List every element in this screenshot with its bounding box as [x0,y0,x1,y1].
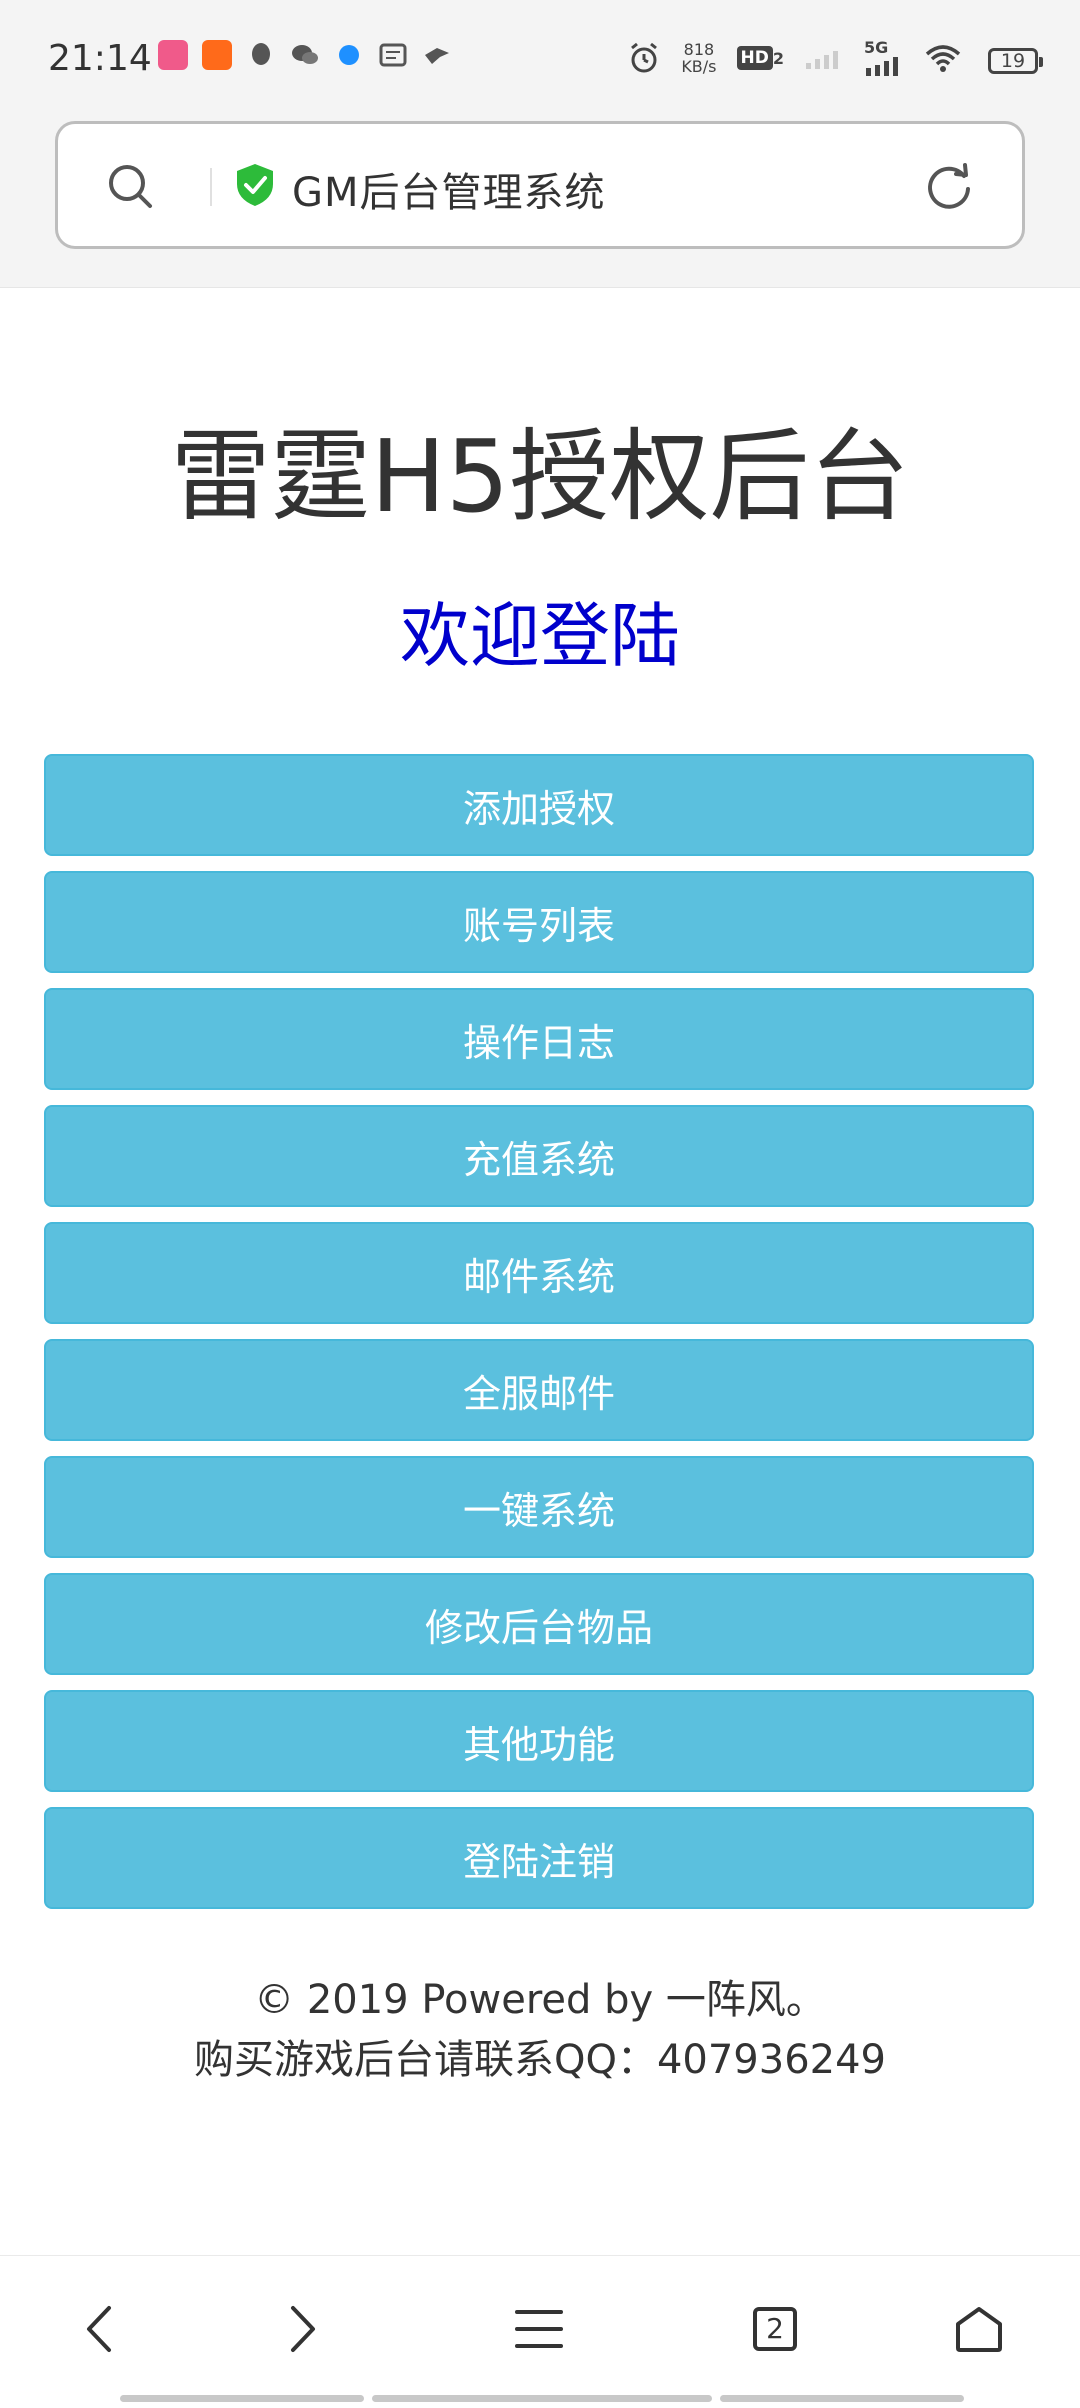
network-5g: 5G [864,40,904,76]
alarm-icon [631,42,658,73]
qq-icon [252,43,270,65]
signal-weak-icon [806,51,838,69]
browser-toolbar: GM后台管理系统 [0,115,1080,288]
address-divider [210,168,212,206]
modify-items-button[interactable]: 修改后台物品 [44,1573,1034,1675]
wifi-icon [925,45,961,72]
hamburger-menu-icon [515,2310,563,2348]
message-icon [379,43,407,67]
page-address-title[interactable]: GM后台管理系统 [292,160,606,218]
network-speed-value: 818 [683,40,715,59]
hd-label: HD [736,46,773,70]
video-app-icon [158,40,188,70]
footer-copyright: © 2019 Powered by 一阵风。 [254,1977,826,2023]
forward-button[interactable] [266,2294,336,2364]
menu-buttons: 添加授权 账号列表 操作日志 充值系统 邮件系统 全服邮件 一键系统 修改后台物… [44,754,1034,1924]
blue-app-icon [339,45,359,65]
home-button[interactable] [944,2294,1014,2364]
tabs-button[interactable]: 2 [740,2294,810,2364]
home-icon [956,2307,1002,2352]
recharge-system-button[interactable]: 充值系统 [44,1105,1034,1207]
account-list-button[interactable]: 账号列表 [44,871,1034,973]
footer: © 2019 Powered by 一阵风。 购买游戏后台请联系QQ：40793… [0,1970,1080,2090]
hd-sub: 2 [772,48,784,68]
network-speed-unit: KB/s [681,57,717,76]
back-button[interactable] [66,2294,136,2364]
operation-log-button[interactable]: 操作日志 [44,988,1034,1090]
refresh-icon[interactable] [924,162,974,212]
signal-strong-icon [866,57,898,76]
secure-shield-icon [237,164,273,206]
add-authorization-button[interactable]: 添加授权 [44,754,1034,856]
one-click-system-button[interactable]: 一键系统 [44,1456,1034,1558]
address-bar[interactable]: GM后台管理系统 [55,121,1025,249]
mail-system-button[interactable]: 邮件系统 [44,1222,1034,1324]
status-time: 21:14 [48,38,152,79]
wechat-icon [292,45,318,64]
browser-bottom-nav: 2 [0,2255,1080,2408]
bird-icon [425,48,449,64]
server-mail-button[interactable]: 全服邮件 [44,1339,1034,1441]
chevron-left-icon [87,2306,111,2352]
kuaishou-icon [202,40,232,70]
notification-icons [158,40,452,70]
tabs-count-icon: 2 [753,2307,797,2351]
logout-button[interactable]: 登陆注销 [44,1807,1034,1909]
status-indicators: 818 KB/s HD 2 5G [627,40,962,76]
chevron-right-icon [291,2306,315,2352]
status-bar: 21:14 818 KB/s HD 2 5G 19 [0,0,1080,115]
battery-icon: 19 [988,48,1043,74]
search-icon[interactable] [106,162,154,210]
hd-badge: HD 2 [736,46,784,70]
page-title: 雷霆H5授权后台 [170,418,910,535]
network-speed: 818 KB/s [681,41,716,75]
footer-contact: 购买游戏后台请联系QQ：407936249 [193,2037,886,2083]
network-type: 5G [864,38,889,57]
page: 21:14 818 KB/s HD 2 5G 19 GM后台管理系统 雷霆H5授… [0,0,1080,2408]
menu-button[interactable] [504,2294,574,2364]
welcome-text: 欢迎登陆 [400,595,680,677]
battery-level: 19 [1000,50,1026,72]
other-functions-button[interactable]: 其他功能 [44,1690,1034,1792]
gesture-bar [120,2395,964,2402]
